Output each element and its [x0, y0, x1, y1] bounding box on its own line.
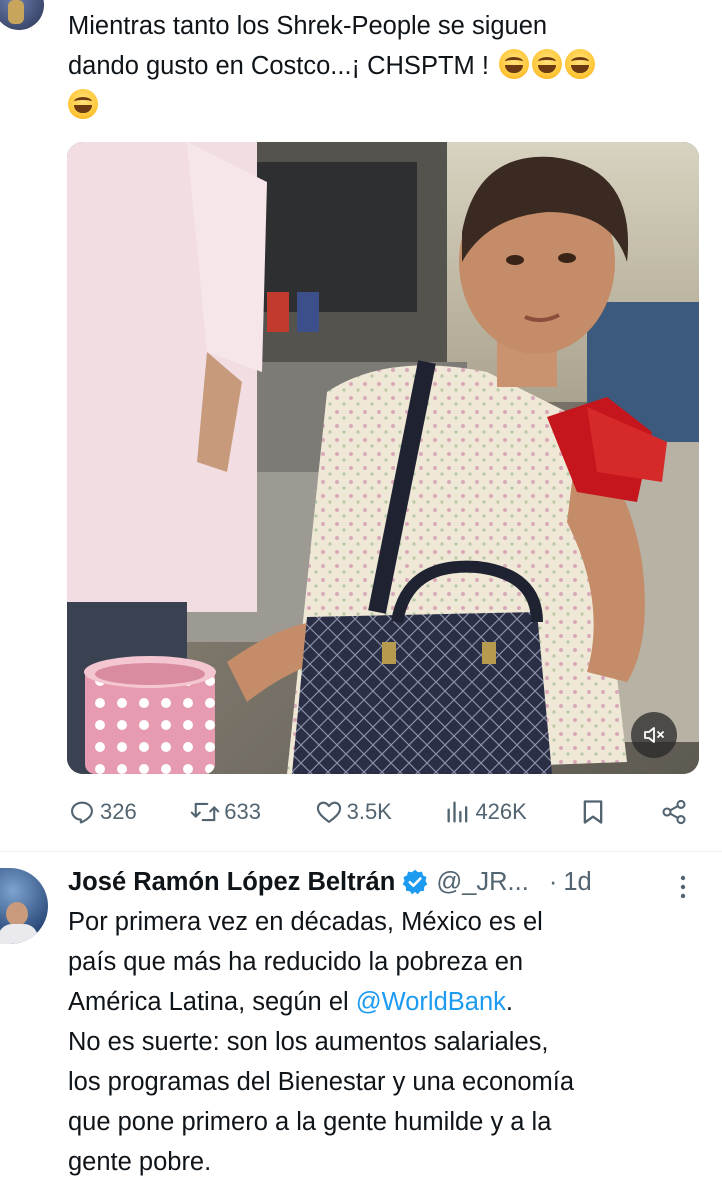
like-count: 3.5K	[346, 799, 392, 824]
view-count: 426K	[475, 799, 527, 824]
tweet-divider	[0, 851, 722, 852]
tweet1-text-line2: dando gusto en Costco...¡ CHSPTM !	[68, 52, 489, 80]
tweet2-text-fragment: América Latina, según el	[68, 988, 356, 1016]
reply-icon	[71, 801, 93, 824]
more-options-button[interactable]	[676, 872, 690, 902]
tweet2-text-line: No es suerte: son los aumentos salariale…	[68, 1028, 549, 1056]
tweet2-text-line: gente pobre.	[68, 1148, 212, 1176]
face-with-tears-of-joy-icon	[532, 49, 563, 79]
author-handle[interactable]: @_JR...	[436, 868, 529, 897]
views-bar-chart-icon	[447, 801, 468, 823]
tweet2-text-fragment: .	[505, 988, 513, 1016]
more-vertical-icon	[680, 875, 686, 899]
tweet2-text-line: los programas del Bienestar y una econom…	[68, 1068, 575, 1096]
tweet2-text-line: país que más ha reducido la pobreza en	[68, 948, 524, 976]
tweet1-text: Mientras tanto los Shrek-People se sigue…	[68, 6, 596, 126]
repost-button[interactable]: 633	[190, 798, 261, 826]
tweet2-text-line: América Latina, según el @WorldBank.	[68, 982, 708, 1022]
tweet2-text-line: que pone primero a la gente humilde y a …	[68, 1108, 552, 1136]
avatar-shoulders	[0, 924, 38, 944]
tweet1-text-line: dando gusto en Costco...¡ CHSPTM !	[68, 46, 596, 86]
tweet2-header: José Ramón López Beltrán @_JR... · 1d	[68, 862, 592, 902]
post-time[interactable]: 1d	[563, 868, 591, 897]
views-button[interactable]: 426K	[445, 798, 527, 826]
author-name[interactable]: José Ramón López Beltrán	[68, 868, 395, 897]
tweet1-avatar[interactable]	[0, 0, 44, 30]
bookmark-icon	[584, 800, 603, 824]
verified-badge-icon	[403, 869, 428, 895]
tweet2-text: Por primera vez en décadas, México es el…	[68, 902, 708, 1182]
repost-icon	[190, 802, 220, 822]
reply-button[interactable]: 326	[68, 798, 137, 826]
tweet1-video[interactable]	[67, 142, 699, 774]
tweet1-text-line: Mientras tanto los Shrek-People se sigue…	[68, 12, 548, 40]
face-with-tears-of-joy-icon	[499, 49, 530, 79]
bookmark-button[interactable]	[580, 798, 606, 826]
avatar-figure	[8, 0, 24, 24]
repost-count: 633	[224, 799, 262, 824]
reply-count: 326	[100, 799, 137, 824]
speaker-muted-icon	[644, 727, 664, 743]
heart-icon	[316, 801, 341, 823]
share-button[interactable]	[660, 798, 688, 826]
meta-separator: ·	[548, 867, 558, 896]
tweet1-action-bar: 326 633 3.5K 426K	[68, 790, 688, 834]
tweet2-text-line: Por primera vez en décadas, México es el	[68, 908, 543, 936]
mute-button[interactable]	[631, 712, 677, 758]
share-icon	[662, 799, 686, 825]
video-frame	[67, 142, 699, 774]
tweet2-avatar[interactable]	[0, 868, 48, 944]
tweet1-text-line	[68, 86, 595, 126]
worldbank-mention-link[interactable]: @WorldBank	[356, 988, 506, 1016]
face-with-tears-of-joy-icon	[565, 49, 596, 79]
like-button[interactable]: 3.5K	[315, 798, 392, 826]
avatar-head	[6, 902, 28, 926]
face-with-tears-of-joy-icon	[68, 89, 98, 119]
